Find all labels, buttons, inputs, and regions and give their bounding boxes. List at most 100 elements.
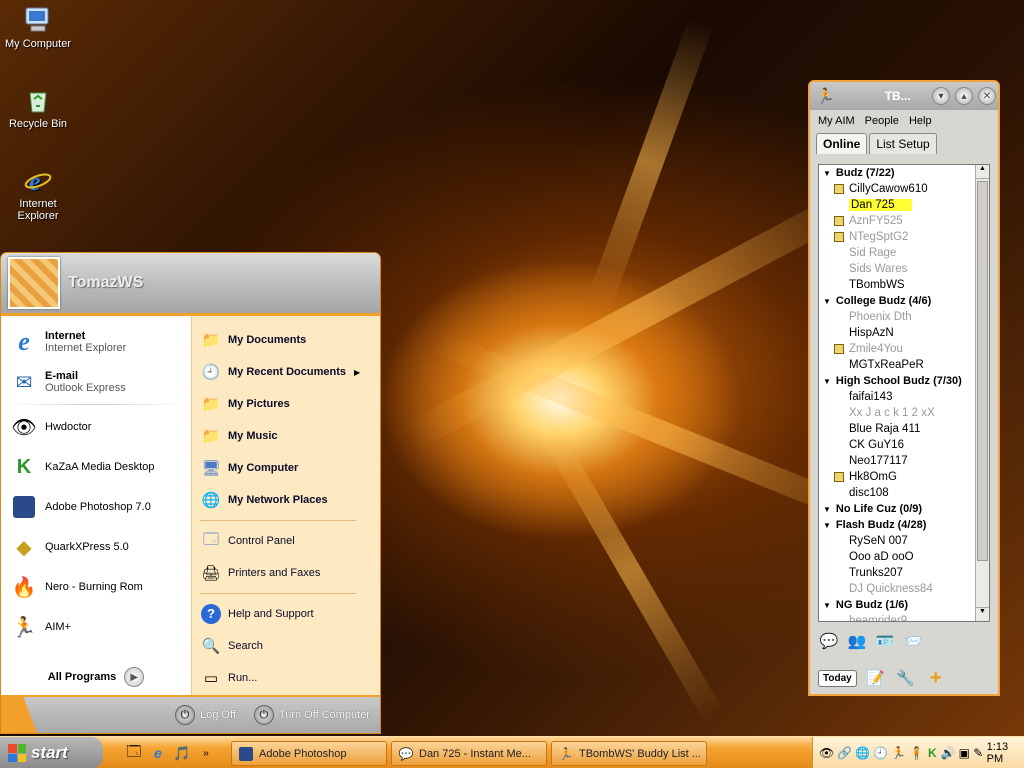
globe-tray-icon[interactable]: 🌐 [855,745,870,761]
scroll-down-button[interactable]: ▼ [976,607,989,621]
recent-program-photoshop[interactable]: Adobe Photoshop 7.0 [1,487,191,527]
eye-tray-icon[interactable]: 👁 [819,745,834,761]
places-my-recent-documents[interactable]: 🕘 My Recent Documents ▶ [192,356,380,388]
buddy-group-header[interactable]: ▼ College Budz (4/6) [819,293,989,309]
tab-list-setup[interactable]: List Setup [869,133,937,154]
add-buddy-icon[interactable]: + [925,667,947,689]
buddy-row[interactable]: Neo177117 [819,453,989,469]
menu-my-aim[interactable]: My AIM [818,115,855,127]
notes-icon[interactable]: 📝 [865,667,887,689]
buddy-row[interactable]: Ooo aD ooO [819,549,989,565]
minimize-button[interactable]: ▾ [932,87,950,105]
app-tray-icon[interactable]: ▣ [959,745,970,761]
buddy-group-header[interactable]: ▼ NG Budz (1/6) [819,597,989,613]
menu-people[interactable]: People [865,115,899,127]
buddy-group-header[interactable]: ▼ Flash Budz (4/28) [819,517,989,533]
expand-triangle-icon[interactable]: ▼ [823,521,831,530]
avatar[interactable] [8,257,60,309]
buddy-row[interactable]: AznFY525 [819,213,989,229]
places-help-and-support[interactable]: ? Help and Support [192,598,380,630]
places-control-panel[interactable]: 🗔 Control Panel [192,525,380,557]
kazaa-tray-icon[interactable]: K [927,745,938,761]
places-my-computer[interactable]: 🖥 My Computer [192,452,380,484]
buddy-row[interactable]: MGTxReaPeR [819,357,989,373]
buddy-info-icon[interactable]: 🪪 [874,630,896,652]
clock-tray-icon[interactable]: 🕘 [873,745,888,761]
scroll-thumb[interactable] [977,181,988,561]
pen-tray-icon[interactable]: ✎ [973,745,984,761]
pinned-internet[interactable]: e Internet Internet Explorer [1,322,191,362]
buddy-row[interactable]: CillyCawow610 [819,181,989,197]
send-im-icon[interactable]: 💬 [818,630,840,652]
places-search[interactable]: 🔍 Search [192,630,380,662]
setup-wrench-icon[interactable]: 🔧 [895,667,917,689]
task-buddy-list[interactable]: 🏃 TBombWS' Buddy List ... [551,741,707,766]
recent-program-aim[interactable]: 🏃 AIM+ [1,607,191,647]
buddy-row[interactable]: Sids Wares [819,261,989,277]
chevron-right-icon[interactable]: » [196,743,216,763]
recent-program-hwdoctor[interactable]: 👁 Hwdoctor [1,407,191,447]
places-my-music[interactable]: 📁 My Music [192,420,380,452]
all-programs-button[interactable]: All Programs ▶ [1,657,191,697]
close-button[interactable]: ✕ [978,87,996,105]
desktop-icon-my-computer[interactable]: My Computer [2,4,74,50]
away-message-icon[interactable]: 📨 [902,630,924,652]
show-desktop-icon[interactable]: 🗔 [124,743,144,763]
tab-online[interactable]: Online [816,133,868,154]
task-instant-message[interactable]: 💬 Dan 725 - Instant Me... [391,741,547,766]
expand-triangle-icon[interactable]: ▼ [823,505,831,514]
buddy-row[interactable]: Blue Raja 411 [819,421,989,437]
desktop-icon-recycle-bin[interactable]: Recycle Bin [2,84,74,130]
places-run[interactable]: ▭ Run... [192,662,380,694]
recent-program-nero[interactable]: 🔥 Nero - Burning Rom [1,567,191,607]
task-adobe-photoshop[interactable]: Adobe Photoshop [231,741,387,766]
buddy-row[interactable]: DJ Quickness84 [819,581,989,597]
buddy-row[interactable]: NTegSptG2 [819,229,989,245]
maximize-button[interactable]: ▴ [955,87,973,105]
buddy-group-header[interactable]: ▼ No Life Cuz (0/9) [819,501,989,517]
recent-program-quarkxpress[interactable]: ◆ QuarkXPress 5.0 [1,527,191,567]
buddy-row[interactable]: CK GuY16 [819,437,989,453]
chat-icon[interactable]: 👥 [846,630,868,652]
aim-tray-icon[interactable]: 🏃 [891,745,906,761]
log-off-button[interactable]: ⏻ Log Off [175,705,236,725]
buddy-row[interactable]: Sid Rage [819,245,989,261]
person-tray-icon[interactable]: 🧍 [909,745,924,761]
buddy-row[interactable]: Xx J a c k 1 2 xX [819,405,989,421]
scroll-up-button[interactable]: ▲ [976,165,989,179]
menu-help[interactable]: Help [909,115,932,127]
places-my-network-places[interactable]: 🌐 My Network Places [192,484,380,516]
places-printers-and-faxes[interactable]: 🖨 Printers and Faxes [192,557,380,589]
media-player-icon[interactable]: 🎵 [172,743,192,763]
internet-explorer-icon[interactable]: e [148,743,168,763]
expand-triangle-icon[interactable]: ▼ [823,169,831,178]
buddy-group-header[interactable]: ▼ Budz (7/22) [819,165,989,181]
buddy-row[interactable]: RySeN 007 [819,533,989,549]
buddy-row[interactable]: beamrider9 [819,613,989,621]
desktop-icon-internet-explorer[interactable]: e Internet Explorer [2,164,74,222]
today-button[interactable]: Today [818,669,857,687]
scrollbar[interactable]: ▲ ▼ [975,165,989,621]
volume-tray-icon[interactable]: 🔊 [941,745,956,761]
places-my-documents[interactable]: 📁 My Documents [192,324,380,356]
start-button[interactable]: start [0,737,103,768]
clock[interactable]: 1:13 PM [987,741,1014,765]
places-my-pictures[interactable]: 📁 My Pictures [192,388,380,420]
buddy-row[interactable]: Hk8OmG [819,469,989,485]
buddy-row[interactable]: Dan 725 [819,197,989,213]
network-tray-icon[interactable]: 🔗 [837,745,852,761]
expand-triangle-icon[interactable]: ▼ [823,377,831,386]
recent-program-kazaa[interactable]: K KaZaA Media Desktop [1,447,191,487]
buddy-row[interactable]: Trunks207 [819,565,989,581]
turn-off-button[interactable]: ⏻ Turn Off Computer [253,705,370,725]
expand-triangle-icon[interactable]: ▼ [823,601,831,610]
buddy-row[interactable]: TBombWS [819,277,989,293]
buddy-row[interactable]: faifai143 [819,389,989,405]
buddy-row[interactable]: HispAzN [819,325,989,341]
buddy-row[interactable]: Phoenix Dth [819,309,989,325]
buddy-group-header[interactable]: ▼ High School Budz (7/30) [819,373,989,389]
buddy-row[interactable]: disc108 [819,485,989,501]
expand-triangle-icon[interactable]: ▼ [823,297,831,306]
buddy-row[interactable]: Zmile4You [819,341,989,357]
pinned-email[interactable]: ✉ E-mail Outlook Express [1,362,191,402]
